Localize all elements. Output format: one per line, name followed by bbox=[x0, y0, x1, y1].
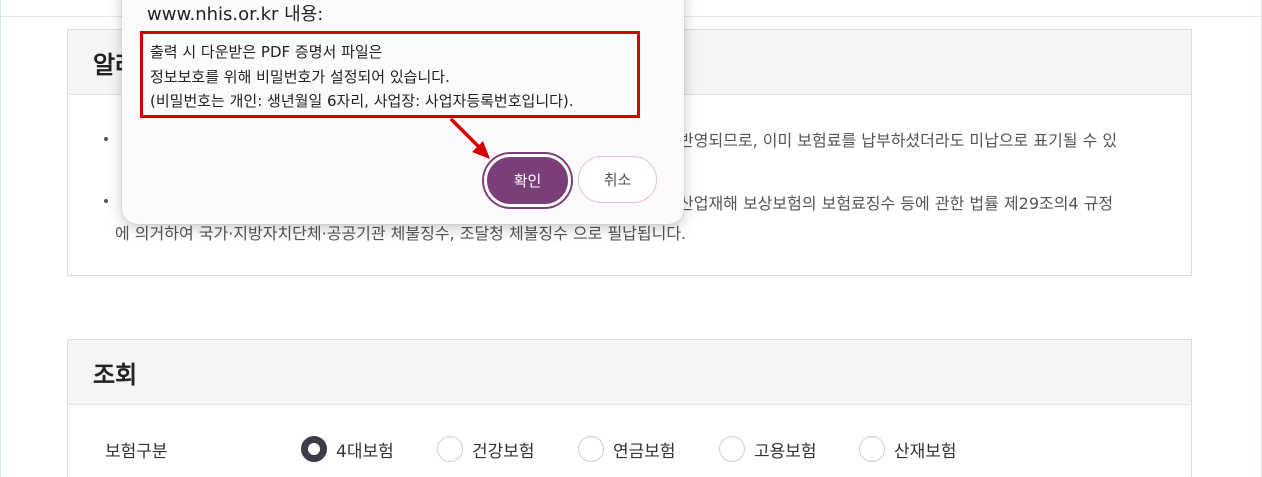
search-title: 조회 bbox=[93, 360, 138, 389]
red-arrow-icon bbox=[450, 118, 490, 159]
cancel-button[interactable]: 취소 bbox=[578, 156, 657, 203]
radio-label: 고용보험 bbox=[754, 441, 817, 462]
radio-option-employment[interactable]: 고용보험 bbox=[719, 435, 817, 463]
radio-unchecked-icon[interactable] bbox=[437, 436, 463, 462]
radio-option-pension[interactable]: 연금보험 bbox=[578, 435, 676, 463]
dialog-message-line: (비밀번호는 개인: 생년월일 6자리, 사업장: 사업자등록번호입니다). bbox=[150, 92, 574, 110]
notice-item-1-line-1: 반영되므로, 이미 보험료를 납부하셨더라도 미납으로 표기될 수 있 bbox=[679, 131, 1118, 150]
search-header: 조회 bbox=[68, 340, 1191, 405]
search-panel: 조회 보험구분 4대보험 건강보험 연금보험 고용보험 산재보험 bbox=[67, 339, 1192, 477]
insurance-type-row: 보험구분 4대보험 건강보험 연금보험 고용보험 산재보험 bbox=[68, 435, 1191, 465]
radio-label: 4대보험 bbox=[336, 441, 394, 462]
notice-item-2-line-1: 산업재해 보상보험의 보험료징수 등에 관한 법률 제29조의4 규정 bbox=[679, 194, 1114, 213]
radio-label: 연금보험 bbox=[613, 441, 676, 462]
radio-option-4-insurances[interactable]: 4대보험 bbox=[301, 435, 394, 463]
insurance-type-label: 보험구분 bbox=[105, 442, 168, 462]
confirm-button[interactable]: 확인 bbox=[484, 154, 571, 207]
dialog-message-line: 출력 시 다운받은 PDF 증명서 파일은 bbox=[150, 43, 383, 61]
radio-option-health[interactable]: 건강보험 bbox=[437, 435, 535, 463]
notice-bullet-1 bbox=[104, 137, 108, 141]
notice-bullet-2 bbox=[104, 199, 108, 203]
dialog-message-highlight: 출력 시 다운받은 PDF 증명서 파일은 정보보호를 위해 비밀번호가 설정되… bbox=[140, 31, 640, 118]
radio-label: 산재보험 bbox=[894, 441, 957, 462]
radio-unchecked-icon[interactable] bbox=[859, 436, 885, 462]
radio-unchecked-icon[interactable] bbox=[719, 436, 745, 462]
dialog-message-line: 정보보호를 위해 비밀번호가 설정되어 있습니다. bbox=[150, 67, 450, 86]
alert-dialog: www.nhis.or.kr 내용: 출력 시 다운받은 PDF 증명서 파일은… bbox=[122, 0, 684, 224]
radio-checked-icon[interactable] bbox=[301, 436, 327, 462]
radio-label: 건강보험 bbox=[472, 441, 535, 462]
dialog-origin: www.nhis.or.kr 내용: bbox=[147, 4, 324, 25]
radio-unchecked-icon[interactable] bbox=[578, 436, 604, 462]
radio-option-industrial-accident[interactable]: 산재보험 bbox=[859, 435, 957, 463]
